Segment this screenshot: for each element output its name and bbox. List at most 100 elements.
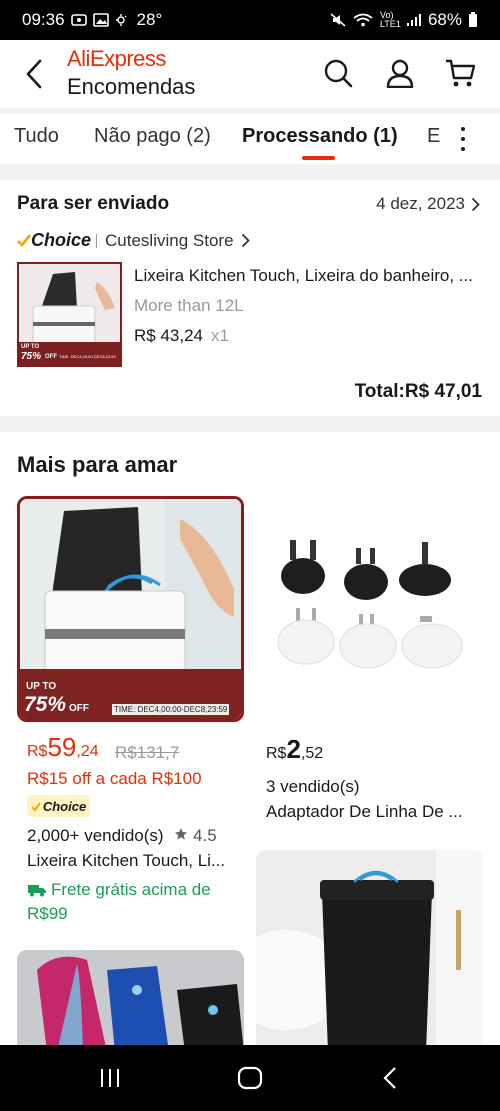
checkmark-icon bbox=[17, 234, 31, 247]
battery-percent: 68% bbox=[427, 10, 462, 29]
product-price: R$ 43,24 bbox=[134, 326, 203, 345]
tab-processing[interactable]: Processando (1) bbox=[242, 125, 398, 148]
recommendations-section: Mais para amar UP TO 75% OFF TIME: DEC4,… bbox=[0, 432, 500, 1052]
sold-count: 3 vendido(s) bbox=[266, 777, 360, 796]
wifi-icon bbox=[353, 13, 373, 27]
store-name: Cutesliving Store bbox=[105, 230, 234, 250]
product-image-black-trash-can[interactable] bbox=[256, 850, 483, 1052]
product-image-phone-cases[interactable] bbox=[17, 950, 244, 1052]
more-dot-icon bbox=[461, 147, 465, 151]
back-arrow-icon bbox=[26, 59, 42, 89]
recent-apps-icon bbox=[101, 1069, 119, 1087]
recent-apps-button[interactable] bbox=[90, 1061, 130, 1095]
cart-button[interactable] bbox=[443, 56, 477, 90]
system-navigation-bar bbox=[0, 1045, 500, 1111]
choice-badge: Choice bbox=[27, 795, 90, 817]
price-currency: R$ bbox=[27, 743, 48, 760]
shipping-info: Frete grátis acima de R$99 bbox=[27, 878, 242, 926]
product-variant: More than 12L bbox=[134, 296, 244, 315]
home-button[interactable] bbox=[230, 1061, 270, 1095]
order-total: Total:R$ 47,01 bbox=[354, 381, 482, 402]
more-dot-icon bbox=[461, 127, 465, 131]
badge-off: OFF bbox=[45, 354, 57, 360]
user-icon bbox=[386, 59, 414, 88]
product-title[interactable]: Lixeira Kitchen Touch, Lixeira do banhei… bbox=[134, 266, 484, 286]
back-button[interactable] bbox=[16, 54, 52, 94]
tab-all[interactable]: Tudo bbox=[14, 125, 59, 148]
mute-icon bbox=[330, 13, 346, 27]
plug-adapter-image bbox=[256, 496, 483, 722]
product-quantity: x1 bbox=[211, 326, 229, 345]
more-options-button[interactable] bbox=[450, 122, 476, 156]
signal-icon bbox=[406, 14, 421, 26]
product-price-row: R$ 43,24 x1 bbox=[134, 326, 229, 346]
product-price: R$2,52 bbox=[266, 734, 323, 765]
price-currency: R$ bbox=[266, 745, 287, 762]
original-price: R$131,7 bbox=[115, 743, 180, 762]
price-decimal: ,52 bbox=[300, 745, 324, 762]
cart-icon bbox=[446, 59, 476, 87]
sold-count: 2,000+ vendido(s) bbox=[27, 826, 164, 845]
chevron-right-icon bbox=[241, 233, 250, 248]
search-button[interactable] bbox=[321, 56, 355, 90]
app-header: AliExpress Encomendas bbox=[0, 40, 500, 108]
badge-up-to: UP TO bbox=[26, 681, 57, 692]
back-arrow-icon bbox=[383, 1067, 396, 1089]
product-image-plug-adapter[interactable] bbox=[256, 496, 483, 722]
truck-icon bbox=[28, 885, 46, 897]
rating: 4.5 bbox=[174, 826, 217, 845]
more-dot-icon bbox=[461, 137, 465, 141]
badge-up-to: UP TO bbox=[21, 344, 40, 350]
product-thumbnail[interactable]: UP TO 75% OFF TIME: DEC4,00:00-DEC8,23:5… bbox=[17, 262, 122, 367]
rating-value: 4.5 bbox=[193, 826, 217, 845]
chevron-right-icon bbox=[471, 197, 480, 211]
status-time: 09:36 bbox=[22, 10, 65, 29]
price-integer: 2 bbox=[286, 734, 301, 764]
price-integer: 59 bbox=[47, 732, 77, 762]
badge-percent: 75% bbox=[21, 351, 42, 362]
badge-off: OFF bbox=[69, 703, 89, 714]
weather-icon bbox=[115, 14, 127, 26]
system-back-button[interactable] bbox=[370, 1061, 410, 1095]
page-title: Encomendas bbox=[67, 74, 196, 99]
badge-percent: 75% bbox=[24, 693, 67, 716]
battery-icon bbox=[469, 12, 477, 27]
tab-unpaid[interactable]: Não pago (2) bbox=[94, 125, 211, 148]
black-trash-can-image bbox=[256, 850, 483, 1052]
order-date-link[interactable]: 4 dez, 2023 bbox=[376, 194, 480, 214]
network-label: Vo) LTE1 bbox=[379, 10, 401, 29]
brand-logo: AliExpress bbox=[67, 46, 166, 71]
divider bbox=[96, 233, 98, 248]
order-tabs: Tudo Não pago (2) Processando (1) E bbox=[0, 114, 500, 164]
choice-label: Choice bbox=[31, 230, 92, 250]
status-bar: 09:36 28° Vo) LTE1 68% bbox=[0, 0, 500, 40]
product-price: R$59,24 bbox=[27, 732, 99, 763]
badge-time: TIME: DEC4,00:00-DEC8,23:59 bbox=[59, 354, 116, 359]
active-tab-indicator bbox=[302, 156, 335, 160]
tab-shipped[interactable]: E bbox=[427, 125, 440, 148]
choice-badge: Choice bbox=[17, 230, 91, 251]
order-date: 4 dez, 2023 bbox=[376, 194, 465, 213]
price-decimal: ,24 bbox=[76, 743, 99, 760]
gallery-icon bbox=[92, 13, 109, 27]
account-button[interactable] bbox=[383, 56, 417, 90]
search-icon bbox=[324, 59, 353, 88]
home-icon bbox=[237, 1066, 263, 1090]
store-link[interactable]: Choice Cutesliving Store bbox=[17, 230, 250, 251]
sold-count-row: 2,000+ vendido(s) 4.5 bbox=[27, 826, 217, 846]
checkmark-icon bbox=[31, 801, 41, 811]
choice-label: Choice bbox=[42, 798, 87, 814]
phone-cases-image bbox=[17, 950, 244, 1052]
badge-time: TIME: DEC4,00:00-DEC8,23:59 bbox=[112, 704, 230, 715]
star-icon bbox=[175, 828, 188, 840]
order-card[interactable]: Para ser enviado 4 dez, 2023 Choice Cute… bbox=[0, 180, 500, 416]
shipping-status: Para ser enviado bbox=[17, 193, 170, 214]
recommendations-title: Mais para amar bbox=[17, 452, 178, 477]
product-image-trash-can[interactable]: UP TO 75% OFF TIME: DEC4,00:00-DEC8,23:5… bbox=[17, 496, 244, 722]
product-title[interactable]: Lixeira Kitchen Touch, Li... bbox=[27, 851, 232, 871]
product-title[interactable]: Adaptador De Linha De ... bbox=[266, 802, 476, 822]
status-temperature: 28° bbox=[136, 10, 163, 29]
shipping-text: Frete grátis acima de R$99 bbox=[27, 880, 211, 923]
promo-text: R$15 off a cada R$100 bbox=[27, 769, 202, 788]
notification-icon bbox=[70, 14, 87, 26]
